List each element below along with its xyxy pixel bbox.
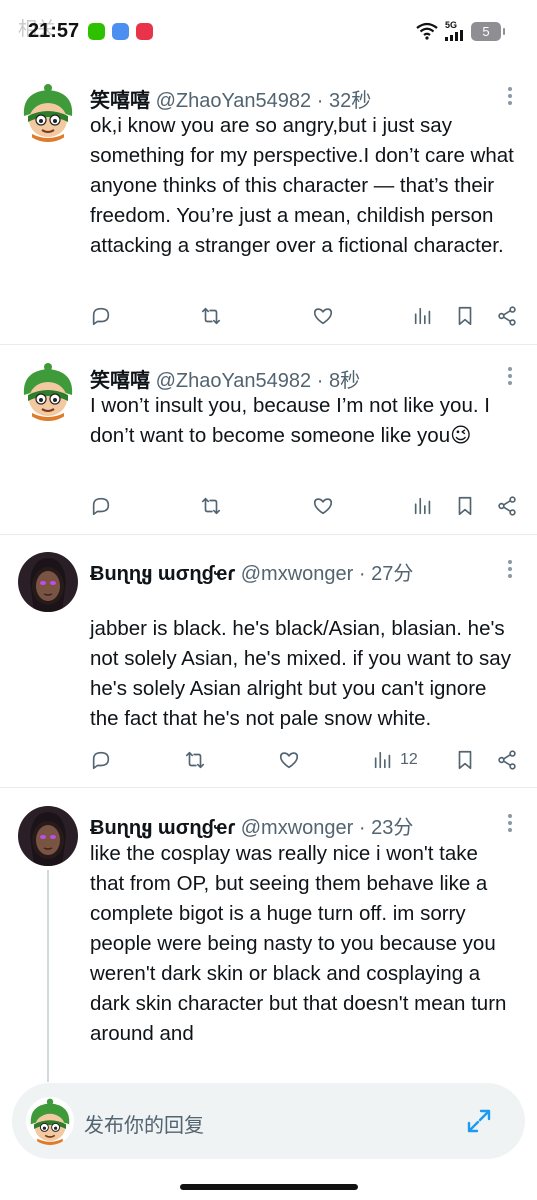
- wechat-icon: [88, 23, 105, 40]
- more-options-icon[interactable]: [507, 86, 513, 106]
- display-name[interactable]: 笑嘻嘻: [90, 370, 150, 392]
- reply-button[interactable]: [90, 303, 112, 329]
- retweet-button[interactable]: [184, 747, 206, 773]
- battery-indicator: 5: [471, 21, 505, 41]
- reply-composer[interactable]: 发布你的回复: [12, 1083, 525, 1159]
- tweet-text: like the cosplay was really nice i won't…: [90, 842, 507, 1045]
- views-count: 12: [400, 751, 418, 768]
- tweet-actions: 12: [90, 747, 520, 773]
- separator: ·: [316, 90, 324, 112]
- tweet-actions: [90, 303, 520, 329]
- reply-icon: [92, 307, 110, 326]
- retweet-button[interactable]: [200, 493, 222, 519]
- views-button[interactable]: [412, 493, 440, 519]
- analytics-icon: [414, 307, 431, 325]
- share-icon: [498, 306, 516, 326]
- reply-input[interactable]: 发布你的回复: [84, 1109, 204, 1138]
- share-icon: [498, 496, 516, 516]
- reply-icon: [92, 497, 110, 516]
- avatar[interactable]: [18, 361, 78, 421]
- timestamp[interactable]: 32秒: [329, 90, 371, 112]
- user-handle[interactable]: @mxwonger: [241, 817, 354, 839]
- like-button[interactable]: [278, 747, 300, 773]
- divider: [0, 344, 537, 345]
- separator: ·: [358, 563, 366, 585]
- timestamp[interactable]: 23分: [371, 817, 413, 839]
- cellular-indicator: 5G: [445, 21, 465, 41]
- bookmark-icon: [458, 306, 472, 326]
- expand-icon[interactable]: [465, 1107, 493, 1135]
- network-type: 5G: [445, 20, 458, 30]
- timestamp[interactable]: 27分: [371, 563, 413, 585]
- like-button[interactable]: [312, 303, 334, 329]
- views-button[interactable]: 12: [372, 747, 418, 773]
- separator: ·: [358, 817, 366, 839]
- bookmark-icon: [458, 750, 472, 770]
- reply-button[interactable]: [90, 493, 112, 519]
- separator: ·: [316, 370, 324, 392]
- views-button[interactable]: [412, 303, 440, 329]
- status-time: 21:57: [28, 20, 80, 42]
- bookmark-button[interactable]: [454, 493, 476, 519]
- signal-icon: [445, 30, 463, 41]
- status-bar: 相关 21:57 5G 5: [0, 0, 537, 64]
- reply-avatar: [26, 1097, 74, 1145]
- heart-icon: [313, 498, 333, 515]
- reply-icon: [92, 751, 110, 770]
- divider: [0, 534, 537, 535]
- bookmark-button[interactable]: [454, 747, 476, 773]
- browser-icon: [136, 23, 153, 40]
- divider: [0, 787, 537, 788]
- bookmark-button[interactable]: [454, 303, 476, 329]
- tweet-text: I won’t insult you, because I’m not like…: [90, 394, 490, 447]
- tweet-header: 笑嘻嘻 @ZhaoYan54982 · 8秒: [90, 364, 485, 393]
- thread-line: [47, 870, 49, 1082]
- tweet-header: 笑嘻嘻 @ZhaoYan54982 · 32秒: [90, 84, 485, 113]
- share-button[interactable]: [496, 493, 518, 519]
- user-handle[interactable]: @ZhaoYan54982: [156, 90, 312, 112]
- tweet-header: Ƀuɳɳყ ɯσɳɠҽɾ @mxwonger · 23分: [90, 811, 485, 840]
- tweet-actions: [90, 493, 520, 519]
- retweet-icon: [201, 497, 221, 515]
- more-options-icon[interactable]: [507, 366, 513, 386]
- analytics-icon: [374, 751, 391, 769]
- display-name[interactable]: Ƀuɳɳყ ɯσɳɠҽɾ: [90, 817, 235, 839]
- avatar[interactable]: [18, 82, 78, 142]
- display-name[interactable]: Ƀuɳɳყ ɯσɳɠҽɾ: [90, 563, 235, 585]
- wifi-icon: [416, 22, 438, 40]
- timestamp[interactable]: 8秒: [329, 370, 360, 392]
- user-handle[interactable]: @ZhaoYan54982: [156, 370, 312, 392]
- share-button[interactable]: [496, 303, 518, 329]
- heart-icon: [279, 752, 299, 769]
- user-handle[interactable]: @mxwonger: [241, 563, 354, 585]
- status-right: 5G 5: [415, 21, 505, 41]
- reply-button[interactable]: [90, 747, 112, 773]
- tweet-header: Ƀuɳɳყ ɯσɳɠҽɾ @mxwonger · 27分: [90, 557, 485, 586]
- like-button[interactable]: [312, 493, 334, 519]
- display-name[interactable]: 笑嘻嘻: [90, 90, 150, 112]
- heart-icon: [313, 308, 333, 325]
- tweet-text: ok,i know you are so angry,but i just sa…: [90, 114, 514, 257]
- share-icon: [498, 750, 516, 770]
- avatar[interactable]: [18, 552, 78, 612]
- share-button[interactable]: [496, 747, 518, 773]
- home-indicator[interactable]: [180, 1184, 358, 1190]
- more-options-icon[interactable]: [507, 813, 513, 833]
- tweet-text: jabber is black. he's black/Asian, blasi…: [90, 617, 511, 730]
- retweet-icon: [185, 751, 205, 769]
- retweet-button[interactable]: [200, 303, 222, 329]
- bookmark-icon: [458, 496, 472, 516]
- weather-icon: [112, 23, 129, 40]
- more-options-icon[interactable]: [507, 559, 513, 579]
- analytics-icon: [414, 497, 431, 515]
- avatar[interactable]: [18, 806, 78, 866]
- retweet-icon: [201, 307, 221, 325]
